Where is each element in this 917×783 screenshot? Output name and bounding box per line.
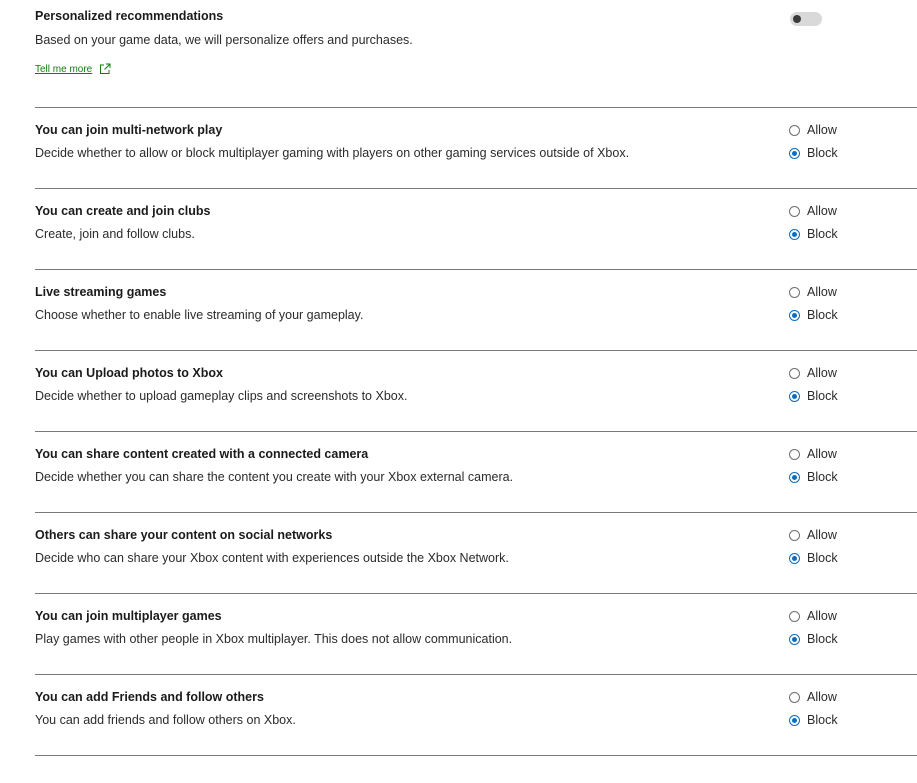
block-option[interactable]: Block (789, 389, 838, 403)
external-link-icon (100, 63, 111, 74)
setting-description: Decide who can share your Xbox content w… (35, 551, 509, 565)
block-radio[interactable] (789, 147, 800, 159)
block-option-label: Block (807, 713, 838, 727)
block-option[interactable]: Block (789, 632, 838, 646)
allow-option-label: Allow (807, 366, 837, 380)
block-option-label: Block (807, 227, 838, 241)
allow-radio[interactable] (789, 286, 800, 298)
personalized-recommendations-description: Based on your game data, we will persona… (35, 33, 413, 47)
block-option-label: Block (807, 389, 838, 403)
setting-title: You can share content created with a con… (35, 447, 369, 461)
setting-title: Others can share your content on social … (35, 528, 333, 542)
block-radio[interactable] (789, 390, 800, 402)
block-radio[interactable] (789, 471, 800, 483)
setting-description: Decide whether you can share the content… (35, 470, 514, 484)
section-divider (35, 755, 917, 756)
setting-row: You can Upload photos to Xbox Decide whet… (35, 350, 917, 430)
personalized-recommendations-toggle[interactable] (790, 12, 822, 26)
tell-me-more-label: Tell me more (35, 63, 93, 75)
setting-title: You can Upload photos to Xbox (35, 366, 223, 380)
setting-row: You can share content created with a con… (35, 431, 917, 511)
allow-option[interactable]: Allow (789, 609, 837, 623)
personalized-recommendations-section: Personalized recommendations Based on yo… (35, 0, 917, 107)
allow-option-label: Allow (807, 285, 837, 299)
block-radio[interactable] (789, 552, 800, 564)
setting-title: Live streaming games (35, 285, 167, 299)
block-option[interactable]: Block (789, 308, 838, 322)
allow-option[interactable]: Allow (789, 204, 837, 218)
block-option-label: Block (807, 470, 838, 484)
setting-row: Others can share your content on social … (35, 512, 917, 592)
allow-radio[interactable] (789, 205, 800, 217)
setting-description: Decide whether to upload gameplay clips … (35, 389, 408, 403)
block-radio[interactable] (789, 309, 800, 321)
allow-option[interactable]: Allow (789, 366, 837, 380)
block-option-label: Block (807, 551, 838, 565)
setting-title: You can join multi-network play (35, 123, 223, 137)
block-radio[interactable] (789, 633, 800, 645)
block-option-label: Block (807, 308, 838, 322)
setting-title: You can create and join clubs (35, 204, 211, 218)
setting-row: You can join multi-network play Decide wh… (35, 107, 917, 187)
setting-description: You can add friends and follow others on… (35, 713, 296, 727)
setting-row: You can join multiplayer games Play games… (35, 593, 917, 673)
setting-row: You can add Friends and follow others You… (35, 674, 917, 754)
tell-me-more-link[interactable]: Tell me more (35, 63, 111, 75)
setting-row: Live streaming games Choose whether to en… (35, 269, 917, 349)
allow-option-label: Allow (807, 123, 837, 137)
setting-description: Choose whether to enable live streaming … (35, 308, 364, 322)
allow-radio[interactable] (789, 529, 800, 541)
allow-radio[interactable] (789, 610, 800, 622)
block-option[interactable]: Block (789, 713, 838, 727)
setting-description: Create, join and follow clubs. (35, 227, 195, 241)
block-option-label: Block (807, 632, 838, 646)
toggle-knob (793, 15, 801, 23)
block-option[interactable]: Block (789, 227, 838, 241)
allow-radio[interactable] (789, 124, 800, 136)
allow-option-label: Allow (807, 204, 837, 218)
allow-option[interactable]: Allow (789, 123, 837, 137)
allow-radio[interactable] (789, 448, 800, 460)
block-option[interactable]: Block (789, 551, 838, 565)
allow-option-label: Allow (807, 690, 837, 704)
block-option-label: Block (807, 146, 838, 160)
allow-option-label: Allow (807, 609, 837, 623)
setting-title: You can join multiplayer games (35, 609, 222, 623)
block-option[interactable]: Block (789, 470, 838, 484)
block-radio[interactable] (789, 228, 800, 240)
allow-option[interactable]: Allow (789, 528, 837, 542)
allow-option-label: Allow (807, 528, 837, 542)
setting-description: Decide whether to allow or block multipl… (35, 146, 630, 160)
allow-radio[interactable] (789, 691, 800, 703)
allow-option[interactable]: Allow (789, 285, 837, 299)
allow-option[interactable]: Allow (789, 690, 837, 704)
personalized-recommendations-title: Personalized recommendations (35, 9, 224, 23)
allow-option-label: Allow (807, 447, 837, 461)
block-option[interactable]: Block (789, 146, 838, 160)
allow-option[interactable]: Allow (789, 447, 837, 461)
block-radio[interactable] (789, 714, 800, 726)
setting-description: Play games with other people in Xbox mul… (35, 632, 513, 646)
setting-row: You can create and join clubs Create, joi… (35, 188, 917, 268)
allow-radio[interactable] (789, 367, 800, 379)
setting-title: You can add Friends and follow others (35, 690, 264, 704)
